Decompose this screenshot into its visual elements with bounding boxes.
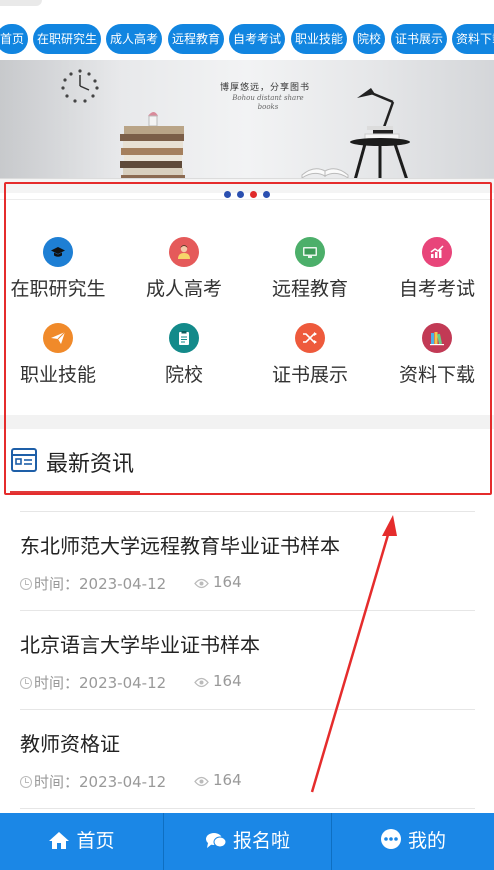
- nav-pill-schools[interactable]: 院校: [353, 24, 385, 54]
- category-label: 在职研究生: [10, 278, 106, 300]
- news-views: 164: [194, 771, 242, 789]
- category-label: 自考考试: [398, 278, 475, 300]
- category-self-exam[interactable]: 自考考试: [377, 237, 494, 317]
- monitor-icon: [295, 237, 325, 267]
- tab-home-label: 首页: [76, 830, 115, 852]
- news-views-count: 164: [213, 672, 242, 690]
- tab-home[interactable]: 首页: [0, 813, 163, 870]
- person-icon: [169, 237, 199, 267]
- top-edge-decoration: [0, 0, 42, 6]
- trend-chart-icon: [422, 237, 452, 267]
- bottom-tab-bar: 首页 报名啦 我的: [0, 813, 494, 870]
- category-label: 职业技能: [19, 364, 96, 386]
- category-label: 资料下载: [398, 364, 475, 386]
- open-book-illustration: [301, 168, 349, 179]
- news-item[interactable]: 教师资格证 时间：2023-04-12 164: [20, 709, 475, 808]
- nav-pill-vocational[interactable]: 职业技能: [291, 24, 347, 54]
- clipboard-icon: [169, 323, 199, 353]
- category-grid: 在职研究生 成人高考 远程教育 自考考试 职业技能 院校 证书展示 资料下载: [0, 199, 494, 415]
- news-time-text: 时间：2023-04-12: [34, 575, 167, 593]
- category-label: 证书展示: [271, 364, 348, 386]
- news-views: 164: [194, 672, 242, 690]
- books-stack-illustration: [120, 112, 185, 183]
- eye-icon: [194, 776, 209, 787]
- shuffle-icon: [295, 323, 325, 353]
- clock-icon: [20, 677, 32, 689]
- hero-banner[interactable]: 博厚悠远，分享图书 Bohou distant share books: [0, 60, 494, 193]
- news-views: 164: [194, 573, 242, 591]
- nav-pill-certificates[interactable]: 证书展示: [391, 24, 447, 54]
- news-time-text: 时间：2023-04-12: [34, 674, 167, 692]
- carousel-indicators: [0, 183, 494, 198]
- home-icon: [49, 832, 70, 849]
- eye-icon: [194, 578, 209, 589]
- category-label: 成人高考: [145, 278, 222, 300]
- clock-icon: [20, 578, 32, 590]
- news-title[interactable]: 北京语言大学毕业证书样本: [20, 629, 260, 658]
- category-adult-exam[interactable]: 成人高考: [124, 237, 244, 317]
- banner-tagline: 博厚悠远，分享图书: [219, 83, 310, 93]
- latest-news-header: 最新资讯: [0, 429, 494, 495]
- nav-pill-self-exam[interactable]: 自考考试: [229, 24, 285, 54]
- news-time: 时间：2023-04-12: [20, 771, 166, 792]
- paper-plane-icon: [43, 323, 73, 353]
- carousel-dot[interactable]: [224, 191, 231, 198]
- news-title[interactable]: 教师资格证: [20, 728, 120, 757]
- news-item[interactable]: 北京语言大学毕业证书样本 时间：2023-04-12 164: [20, 610, 475, 709]
- nav-pill-home[interactable]: 首页: [0, 24, 28, 54]
- list-divider: [20, 808, 475, 809]
- category-label: 远程教育: [271, 278, 348, 300]
- carousel-dot[interactable]: [237, 191, 244, 198]
- news-time-text: 时间：2023-04-12: [34, 773, 167, 791]
- news-views-count: 164: [213, 573, 242, 591]
- more-dots-icon: [380, 829, 401, 849]
- category-schools[interactable]: 院校: [124, 323, 244, 403]
- category-graduate[interactable]: 在职研究生: [0, 237, 118, 317]
- tab-mine-label: 我的: [407, 830, 446, 852]
- tab-signup-label: 报名啦: [232, 830, 290, 852]
- category-distance-edu[interactable]: 远程教育: [250, 237, 370, 317]
- category-downloads[interactable]: 资料下载: [377, 323, 494, 403]
- eye-icon: [194, 677, 209, 688]
- category-certificates[interactable]: 证书展示: [250, 323, 370, 403]
- tab-signup[interactable]: 报名啦: [164, 813, 331, 870]
- carousel-dot-active[interactable]: [250, 191, 257, 198]
- tab-mine[interactable]: 我的: [332, 813, 494, 870]
- books-icon: [422, 323, 452, 353]
- carousel-dot[interactable]: [263, 191, 270, 198]
- category-vocational[interactable]: 职业技能: [0, 323, 118, 403]
- news-list-icon: [11, 448, 37, 472]
- nav-pill-adult-exam[interactable]: 成人高考: [106, 24, 162, 54]
- nav-pill-distance-edu[interactable]: 远程教育: [168, 24, 224, 54]
- section-title-underline: [10, 491, 140, 494]
- graduation-cap-icon: [43, 237, 73, 267]
- nav-pill-downloads[interactable]: 资料下载: [452, 24, 494, 54]
- category-label: 院校: [164, 364, 203, 386]
- news-title[interactable]: 东北师范大学远程教育毕业证书样本: [20, 530, 340, 559]
- chat-bubbles-icon: [205, 833, 227, 848]
- news-time: 时间：2023-04-12: [20, 672, 166, 693]
- wall-clock-illustration: [61, 69, 99, 103]
- news-item[interactable]: 东北师范大学远程教育毕业证书样本 时间：2023-04-12 164: [20, 511, 475, 610]
- nav-pill-graduate[interactable]: 在职研究生: [33, 24, 101, 54]
- news-views-count: 164: [213, 771, 242, 789]
- news-time: 时间：2023-04-12: [20, 573, 166, 594]
- section-gap: [0, 415, 494, 429]
- section-title: 最新资讯: [46, 452, 135, 477]
- top-nav: 首页 在职研究生 成人高考 远程教育 自考考试 职业技能 院校 证书展示 资料下…: [0, 0, 494, 60]
- banner-tagline-english: Bohou distant share books: [232, 94, 304, 111]
- clock-icon: [20, 776, 32, 788]
